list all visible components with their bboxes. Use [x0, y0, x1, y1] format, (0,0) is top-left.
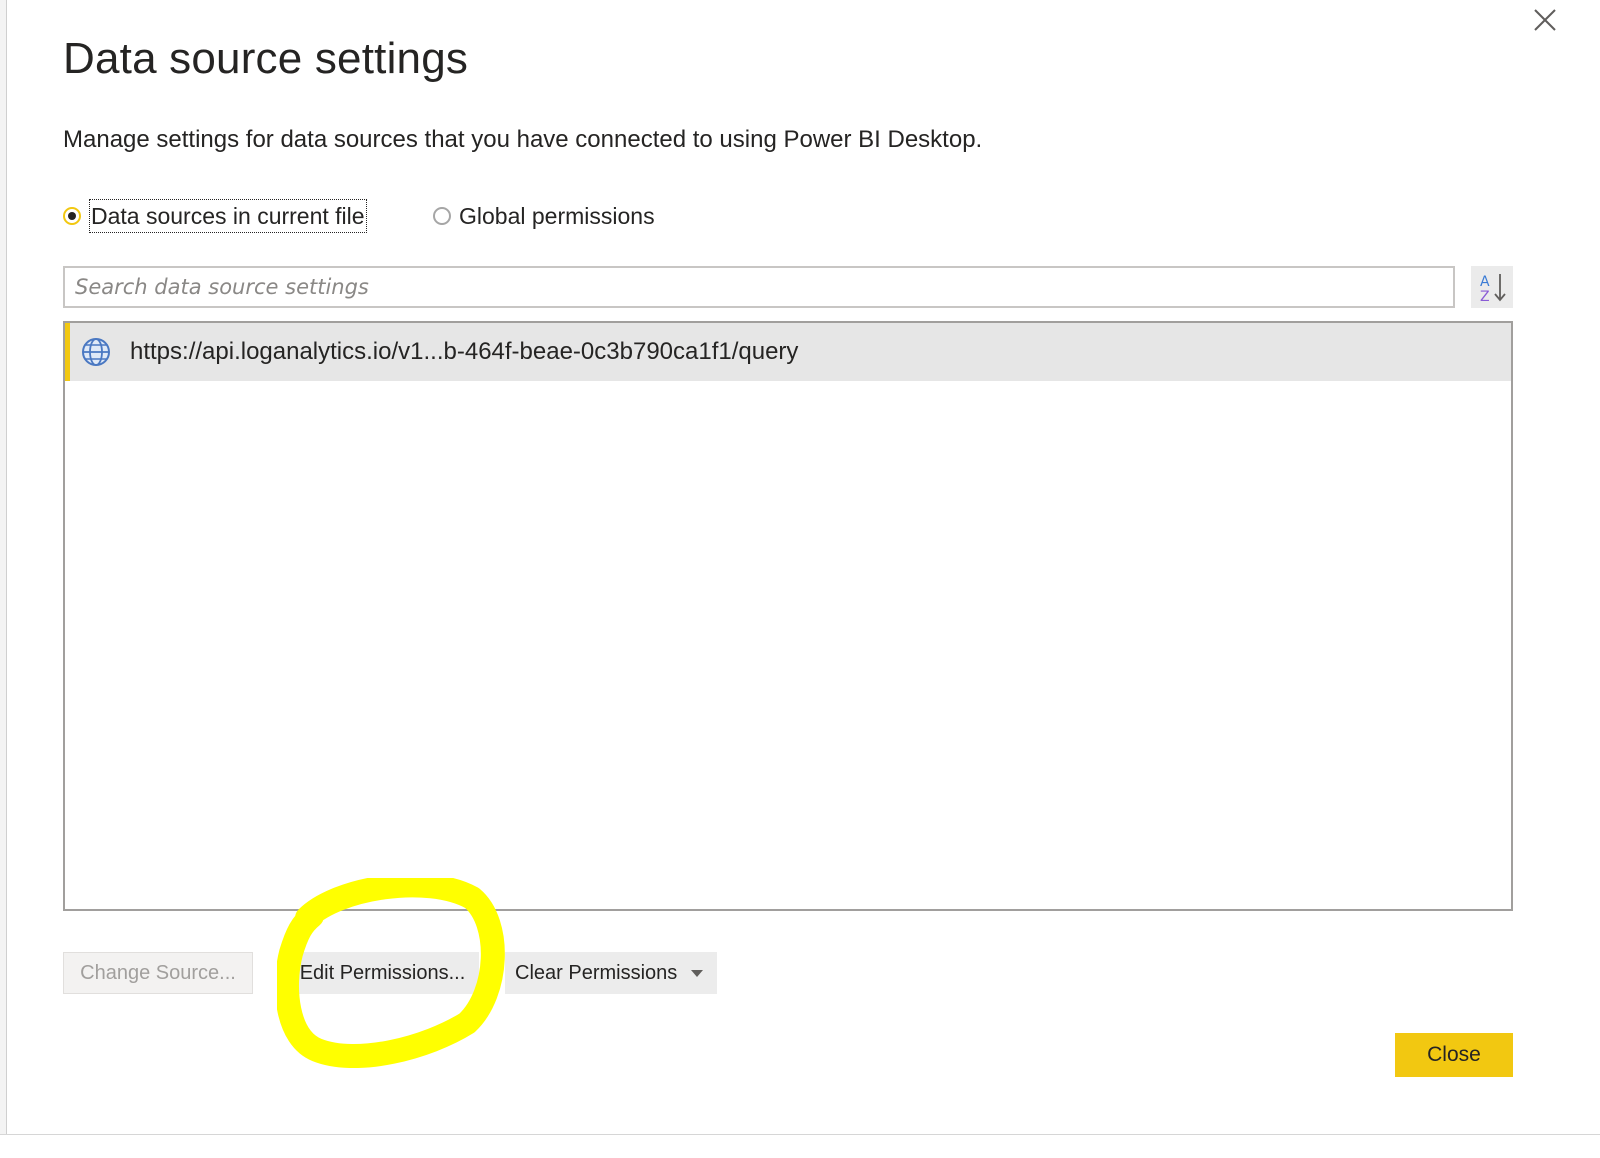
radio-global-permissions[interactable]: Global permissions [433, 198, 655, 234]
data-source-url: https://api.loganalytics.io/v1...b-464f-… [130, 338, 799, 365]
dialog-title: Data source settings [63, 34, 469, 83]
svg-text:A: A [1480, 274, 1490, 290]
sort-button[interactable]: A Z [1471, 266, 1513, 308]
background-app-edge [0, 0, 7, 1158]
screenshot: Data source settings Manage settings for… [0, 0, 1600, 1158]
list-item[interactable]: https://api.loganalytics.io/v1...b-464f-… [65, 323, 1511, 381]
clear-permissions-button[interactable]: Clear Permissions [505, 952, 717, 994]
radio-current-file-label: Data sources in current file [89, 199, 367, 233]
radio-selected-icon [63, 207, 81, 225]
radio-global-permissions-label: Global permissions [459, 202, 655, 229]
data-source-settings-dialog: Data source settings Manage settings for… [7, 0, 1600, 1134]
globe-icon [82, 338, 110, 366]
clear-permissions-label: Clear Permissions [515, 961, 678, 984]
sort-az-icon: A Z [1480, 274, 1506, 305]
search-input[interactable] [63, 266, 1455, 308]
change-source-button[interactable]: Change Source... [63, 952, 253, 994]
radio-unselected-icon [433, 207, 451, 225]
background-app-bottom [0, 1134, 1600, 1158]
svg-text:Z: Z [1480, 289, 1490, 305]
chevron-down-icon[interactable] [691, 970, 703, 977]
data-source-list[interactable]: https://api.loganalytics.io/v1...b-464f-… [63, 321, 1513, 911]
close-button[interactable]: Close [1395, 1033, 1513, 1077]
dialog-subtitle: Manage settings for data sources that yo… [63, 126, 983, 153]
close-icon[interactable] [1531, 6, 1559, 34]
edit-permissions-button[interactable]: Edit Permissions... [286, 952, 479, 994]
radio-current-file[interactable]: Data sources in current file [63, 198, 367, 234]
